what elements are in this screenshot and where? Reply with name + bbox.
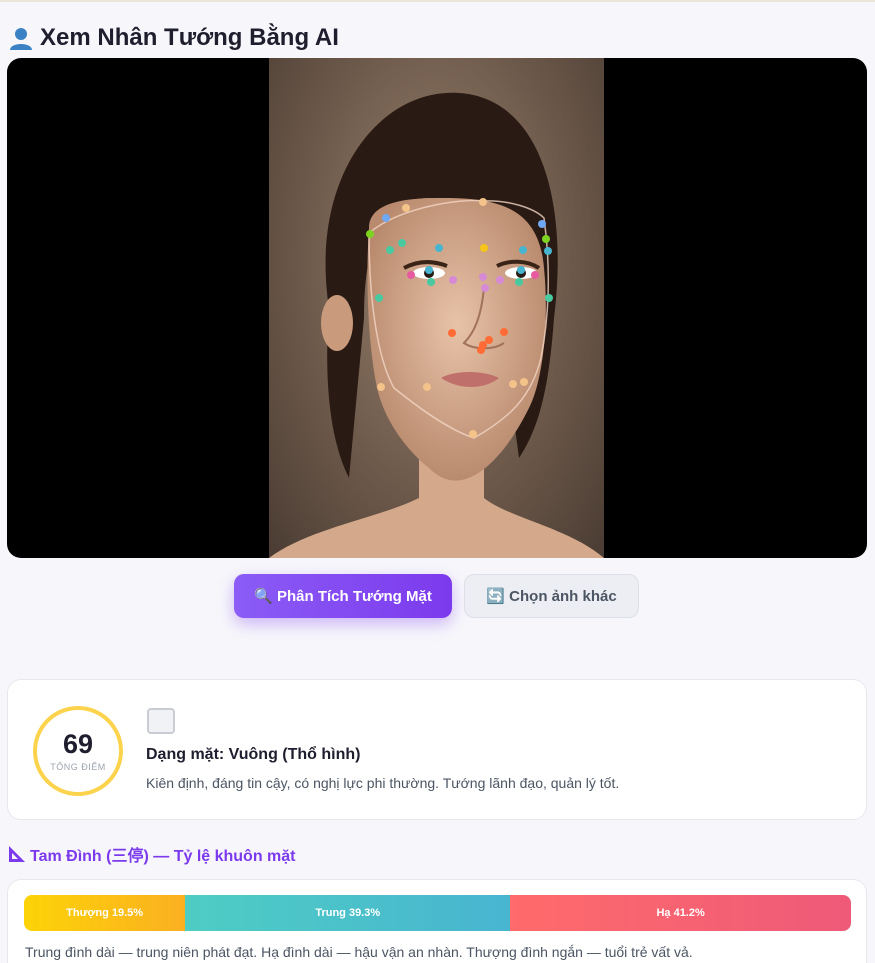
segment-ha: Hạ 41.2%: [510, 895, 851, 931]
image-viewer: [7, 58, 867, 558]
face-photo: [269, 58, 604, 558]
total-score-ring: 69 TỔNG ĐIỂM: [33, 706, 123, 796]
triangle-ruler-icon: [9, 846, 25, 862]
face-landmark-overlay: [269, 92, 604, 558]
proportion-bar: Thượng 19.5% Trung 39.3% Hạ 41.2%: [24, 895, 851, 931]
segment-thuong-label: Thượng 19.5%: [66, 907, 144, 919]
segment-thuong: Thượng 19.5%: [24, 895, 186, 931]
analyze-face-label: 🔍 Phân Tích Tướng Mặt: [254, 588, 432, 605]
result-card: 69 TỔNG ĐIỂM Dạng mặt: Vuông (Thổ hình) …: [7, 679, 867, 820]
face-shape-title: Dạng mặt: Vuông (Thổ hình): [146, 746, 361, 763]
tam-dinh-title: Tam Đình (三停) — Tỷ lệ khuôn mặt: [30, 848, 296, 865]
person-icon: [10, 28, 32, 50]
analyze-face-button[interactable]: 🔍 Phân Tích Tướng Mặt: [234, 574, 452, 618]
page-title-text: Xem Nhân Tướng Bằng AI: [40, 24, 339, 51]
page-title: Xem Nhân Tướng Bằng AI: [8, 24, 339, 52]
total-score-label: TỔNG ĐIỂM: [50, 761, 106, 772]
total-score-value: 69: [62, 728, 94, 759]
segment-ha-label: Hạ 41.2%: [656, 907, 705, 919]
face-shape-description: Kiên định, đáng tin cậy, có nghị lực phi…: [146, 775, 620, 791]
tam-dinh-heading: Tam Đình (三停) — Tỷ lệ khuôn mặt: [8, 842, 296, 866]
segment-trung: Trung 39.3%: [185, 895, 511, 931]
tam-dinh-note: Trung đình dài — trung niên phát đạt. Hạ…: [25, 944, 693, 960]
square-icon: [147, 708, 175, 734]
choose-another-image-label: 🔄 Chọn ảnh khác: [486, 588, 617, 605]
segment-trung-label: Trung 39.3%: [315, 907, 381, 919]
tam-dinh-card: Thượng 19.5% Trung 39.3% Hạ 41.2% Trung …: [7, 879, 867, 963]
choose-another-image-button[interactable]: 🔄 Chọn ảnh khác: [464, 574, 639, 618]
